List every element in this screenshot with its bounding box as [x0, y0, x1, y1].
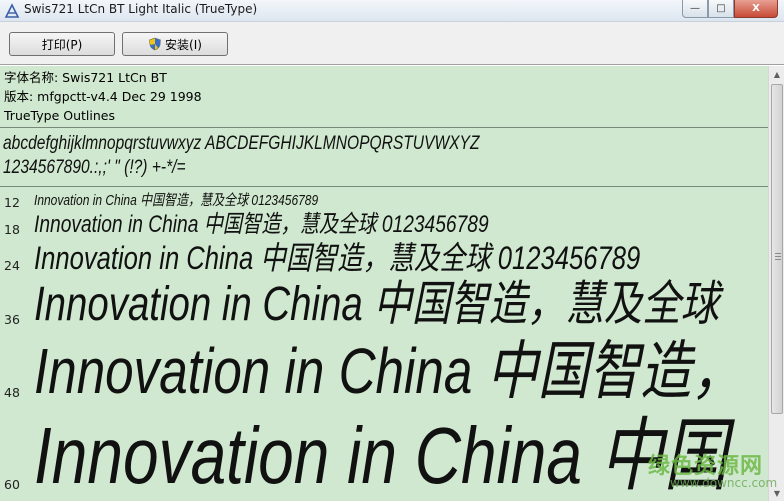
sample-text: Innovation in China 中国: [34, 411, 728, 500]
divider: [0, 186, 768, 187]
toolbar: 打印(P) 安装(I): [0, 22, 784, 65]
watermark-url: www.downcc.com: [670, 476, 778, 490]
thumb-grip-line: [775, 253, 781, 254]
install-button-label: 安装(I): [165, 37, 202, 52]
font-outline-type-text: TrueType Outlines: [4, 108, 115, 123]
window-title: Swis721 LtCn BT Light Italic (TrueType): [24, 2, 258, 16]
sample-size-label: 60: [4, 477, 20, 492]
thumb-grip-line: [775, 259, 781, 260]
sample-text: Innovation in China 中国智造，: [34, 335, 743, 407]
title-bar[interactable]: Swis721 LtCn BT Light Italic (TrueType) …: [0, 0, 784, 22]
sample-size-label: 18: [4, 222, 20, 237]
font-name-text: 字体名称: Swis721 LtCn BT: [4, 70, 167, 85]
font-version-text: 版本: mfgpctt-v4.4 Dec 29 1998: [4, 89, 202, 104]
minimize-button[interactable]: —: [682, 0, 708, 18]
font-info: 字体名称: Swis721 LtCn BT 版本: mfgpctt-v4.4 D…: [0, 66, 768, 127]
window-controls: — □ X: [682, 0, 778, 18]
scroll-up-arrow-icon[interactable]: ▲: [770, 66, 784, 82]
sample-text: Innovation in China 中国智造，慧及全球 0123456789: [34, 192, 319, 209]
watermark-logo: 绿色资源网 www.downcc.com: [648, 446, 784, 501]
install-button[interactable]: 安装(I): [122, 32, 228, 56]
font-viewer-icon: [4, 3, 20, 18]
charset-letters: abcdefghijklmnopqrstuvwxyz ABCDEFGHIJKLM…: [3, 133, 480, 154]
vertical-scrollbar[interactable]: ▲ ▼: [768, 66, 784, 501]
sample-size-label: 48: [4, 385, 20, 400]
sample-size-label: 24: [4, 258, 20, 273]
divider: [0, 127, 768, 128]
maximize-button[interactable]: □: [708, 0, 734, 18]
print-button-label: 打印(P): [41, 37, 83, 52]
sample-text: Innovation in China 中国智造，慧及全球 0123456789: [34, 240, 641, 276]
sample-text: Innovation in China 中国智造，慧及全球: [34, 278, 720, 331]
charset-digits-symbols: 1234567890.:,;' " (!?) +-*/=: [3, 157, 186, 178]
sample-text: Innovation in China 中国智造，慧及全球 0123456789: [34, 211, 489, 238]
sample-size-label: 36: [4, 312, 20, 327]
print-button[interactable]: 打印(P): [9, 32, 115, 56]
character-set-preview: abcdefghijklmnopqrstuvwxyz ABCDEFGHIJKLM…: [3, 132, 630, 180]
sample-size-label: 12: [4, 195, 20, 210]
thumb-grip-line: [775, 256, 781, 257]
font-preview-pane[interactable]: 字体名称: Swis721 LtCn BT 版本: mfgpctt-v4.4 D…: [0, 66, 768, 501]
close-button[interactable]: X: [734, 0, 778, 18]
uac-shield-icon: [149, 37, 161, 51]
scrollbar-thumb[interactable]: [771, 84, 783, 414]
